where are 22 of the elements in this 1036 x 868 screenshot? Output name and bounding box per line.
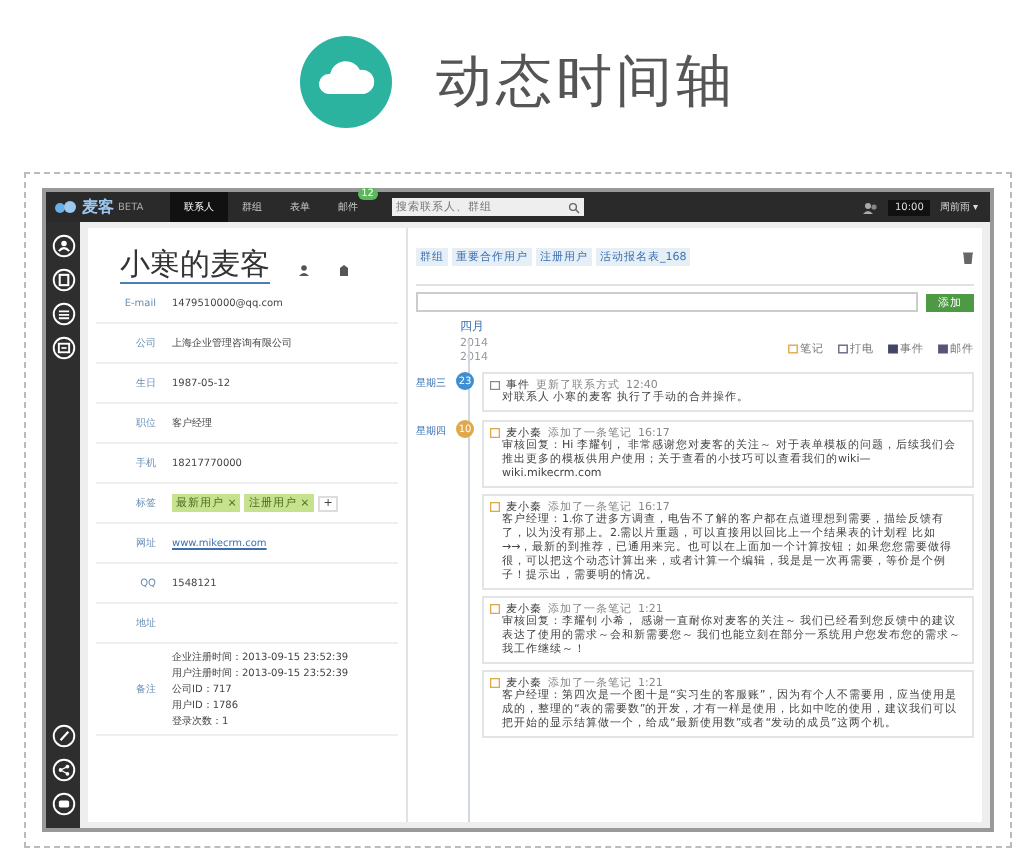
chat-icon[interactable] (51, 792, 75, 816)
document-icon[interactable] (51, 268, 75, 292)
people-icon[interactable] (862, 201, 879, 213)
list-icon[interactable] (51, 302, 75, 326)
trash-icon[interactable] (962, 249, 974, 263)
edit-icon[interactable] (51, 724, 75, 748)
person-icon[interactable] (298, 264, 310, 276)
share-icon[interactable] (51, 758, 75, 782)
page-title: 动态时间轴 (436, 46, 736, 118)
note-input-field[interactable] (416, 292, 918, 312)
logo-icon (54, 200, 78, 214)
note-icon (490, 604, 500, 614)
inbox-icon[interactable] (51, 336, 75, 360)
note-icon (490, 428, 500, 438)
cloud-icon (300, 36, 392, 128)
note-icon (490, 678, 500, 688)
building-icon[interactable] (338, 264, 350, 276)
note-icon (490, 502, 500, 512)
contact-name: 小寒的麦客 (120, 248, 270, 284)
note-icon (788, 344, 798, 354)
logo-text: 麦客 (82, 196, 114, 218)
user-icon[interactable] (51, 234, 75, 258)
